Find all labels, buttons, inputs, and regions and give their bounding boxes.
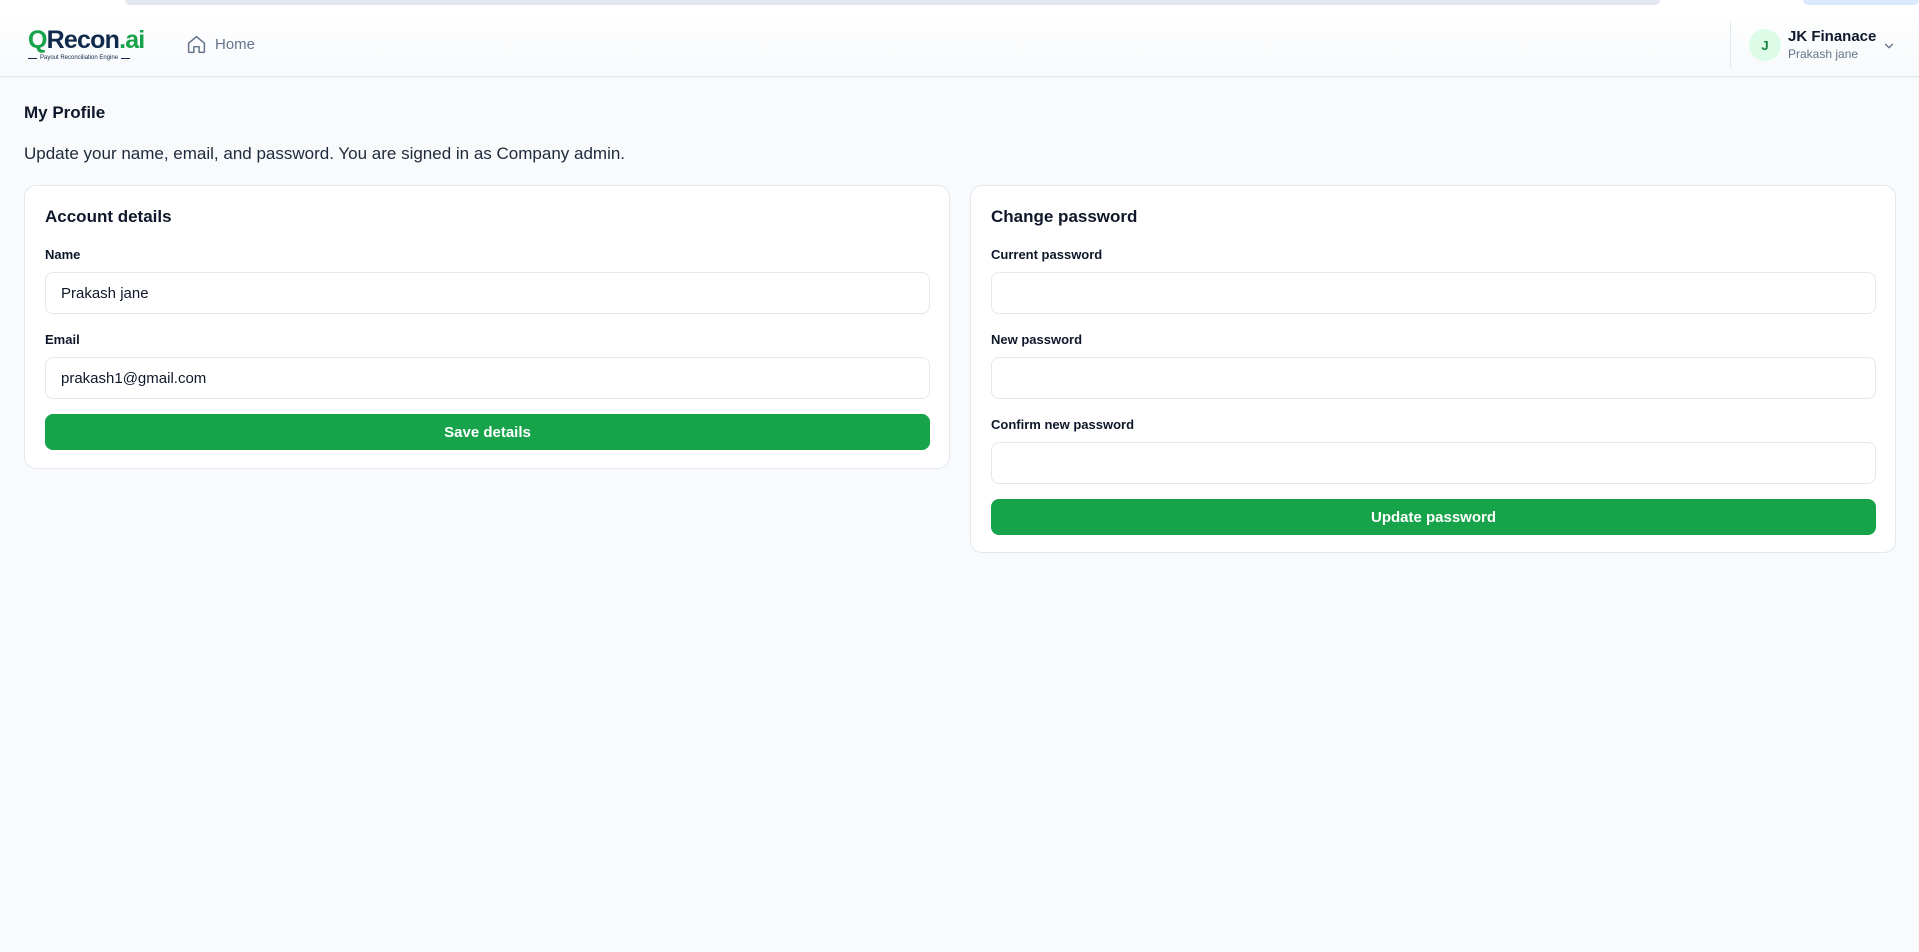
user-menu[interactable]: J JK Finanace Prakash jane <box>1730 22 1919 68</box>
save-details-button[interactable]: Save details <box>45 414 930 450</box>
brand-logo[interactable]: QRecon.ai Payout Reconciliation Engine <box>28 26 150 66</box>
user-company-name: JK Finanace <box>1788 28 1877 45</box>
logo-wordmark: QRecon.ai <box>28 26 145 54</box>
confirm-password-label: Confirm new password <box>991 417 1135 432</box>
current-password-input[interactable] <box>991 272 1876 314</box>
current-password-label: Current password <box>991 247 1103 262</box>
nav-home-link[interactable]: Home <box>186 32 255 56</box>
logo-tagline: Payout Reconciliation Engine <box>28 55 150 61</box>
new-password-input[interactable] <box>991 357 1876 399</box>
user-display-name: Prakash jane <box>1788 47 1859 61</box>
change-password-title: Change password <box>991 207 1138 226</box>
chevron-down-icon[interactable] <box>1882 39 1896 53</box>
name-input[interactable] <box>45 272 930 314</box>
app-header: QRecon.ai Payout Reconciliation Engine H… <box>0 12 1919 77</box>
confirm-password-input[interactable] <box>991 442 1876 484</box>
home-icon <box>187 35 206 53</box>
change-password-card: Change password Current password New pas… <box>970 185 1896 553</box>
new-password-label: New password <box>991 332 1083 347</box>
account-details-card: Account details Name Email Save details <box>24 185 950 469</box>
email-label: Email <box>45 332 80 347</box>
account-details-title: Account details <box>45 207 172 226</box>
nav-home-label: Home <box>215 35 256 53</box>
browser-top-strip <box>0 0 1919 12</box>
name-label: Name <box>45 247 81 262</box>
update-password-button[interactable]: Update password <box>991 499 1876 535</box>
top-strip-bar <box>125 0 1660 5</box>
top-strip-pill <box>1803 0 1919 5</box>
email-input[interactable] <box>45 357 930 399</box>
page-subtitle: Update your name, email, and password. Y… <box>24 144 626 163</box>
avatar: J <box>1749 29 1781 61</box>
page-title: My Profile <box>24 103 106 122</box>
